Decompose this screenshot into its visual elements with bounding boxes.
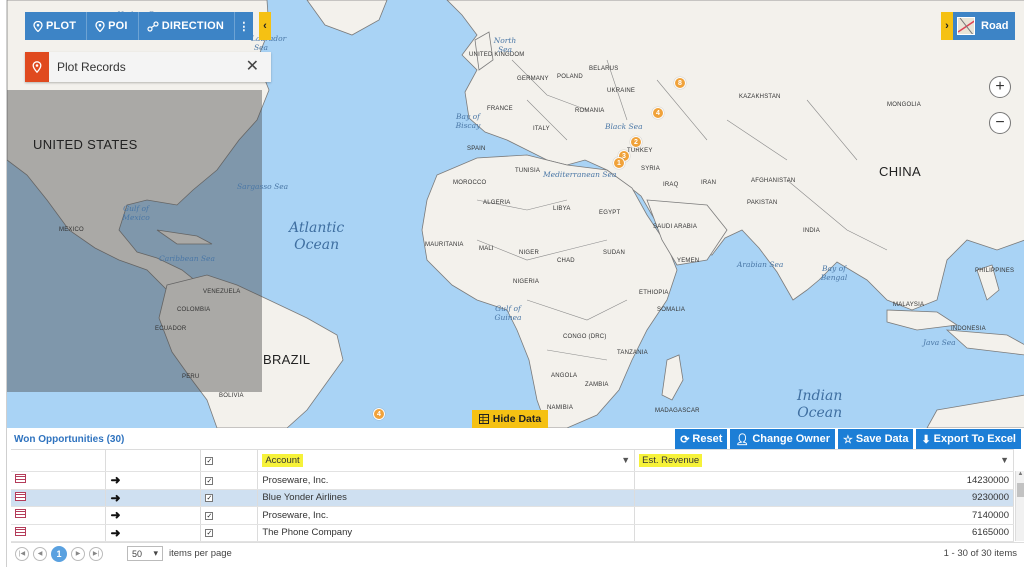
revenue-cell: 9230000 [634,489,1014,507]
pager: |◀ ◀ 1 ▶ ▶| 50 ▾ items per page 1 - 30 o… [11,542,1024,564]
map-pin[interactable]: 4 [373,408,385,420]
table-icon [478,414,489,424]
poi-button[interactable]: POI [87,12,139,40]
row-checkbox[interactable]: ✓ [205,494,214,503]
account-cell: Blue Yonder Airlines [257,489,636,507]
pager-info: 1 - 30 of 30 items [943,548,1017,559]
map-canvas[interactable]: CANADA UNITED STATES BRAZIL CHINA MEXICO… [6,0,1024,428]
refresh-icon: ⟳ [680,433,690,446]
user-icon: 👤︎ [735,433,750,446]
star-icon: ☆ [842,433,853,446]
header-select-all[interactable]: ✓ [200,449,259,472]
road-style-button[interactable]: Road [953,12,1015,40]
road-style-label: Road [981,20,1009,32]
map-pin[interactable]: 8 [674,77,686,89]
chevron-down-icon: ▾ [153,548,158,558]
arrow-right-icon[interactable]: ➜ [110,508,120,522]
direction-icon [147,20,159,32]
arrow-right-icon[interactable]: ➜ [110,473,120,487]
header-icon-col [11,449,107,472]
record-icon[interactable] [15,526,26,536]
road-map-icon [957,17,975,35]
revenue-cell: 14230000 [634,471,1014,490]
account-cell: The Phone Company [257,524,636,542]
last-page-icon[interactable]: ▶| [89,546,103,561]
data-panel: Won Opportunities (30) ⟳ Reset 👤︎ Change… [6,428,1024,567]
more-options-button[interactable]: ⋮ [235,12,253,40]
poi-button-label: POI [108,20,128,32]
hide-data-button[interactable]: Hide Data [472,410,548,428]
close-icon[interactable]: ✕ [246,59,259,75]
grid-scrollbar[interactable]: ▲ [1015,471,1024,541]
pin-icon [33,20,43,32]
map-pin[interactable]: 1 [613,157,625,169]
header-account[interactable]: Account ▼ [257,449,636,472]
account-cell: Proseware, Inc. [257,471,636,490]
prev-page-icon[interactable]: ◀ [33,546,47,561]
download-icon: ⬇ [921,433,931,446]
next-page-icon[interactable]: ▶ [71,546,85,561]
row-checkbox[interactable]: ✓ [205,529,214,538]
row-checkbox[interactable]: ✓ [205,511,214,520]
direction-button-label: DIRECTION [161,20,225,32]
filter-icon[interactable]: ▼ [1000,455,1009,465]
export-to-excel-button[interactable]: ⬇ Export To Excel [916,429,1021,449]
plot-button[interactable]: PLOT [25,12,88,40]
items-per-page-label: items per page [169,548,232,559]
page-size-select[interactable]: 50 ▾ [127,546,163,561]
record-icon[interactable] [15,474,26,484]
plot-records-panel: Plot Records ✕ [25,52,271,82]
map-pin[interactable]: 2 [630,136,642,148]
record-icon[interactable] [15,491,26,501]
export-label: Export To Excel [933,433,1016,445]
table-row[interactable]: ➜ ✓ Proseware, Inc. 14230000 [11,471,1014,490]
header-revenue[interactable]: Est. Revenue ▼ [634,449,1014,472]
page-size-value: 50 [132,548,143,559]
poi-pin-icon [95,20,105,32]
first-page-icon[interactable]: |◀ [15,546,29,561]
table-row[interactable]: ➜ ✓ Proseware, Inc. 7140000 [11,506,1014,525]
map-style-toggle[interactable]: › [941,12,953,40]
records-grid: ✓ Account ▼ Est. Revenue ▼ ➜ ✓ Proseware, … [11,449,1014,542]
app-frame: CANADA UNITED STATES BRAZIL CHINA MEXICO… [0,0,1024,567]
plot-records-pin-icon [25,52,49,82]
account-cell: Proseware, Inc. [257,506,636,525]
select-all-checkbox[interactable]: ✓ [205,457,214,465]
reset-button[interactable]: ⟳ Reset [675,429,728,449]
panel-title: Won Opportunities (30) [14,434,125,445]
row-checkbox[interactable]: ✓ [205,476,214,485]
reset-label: Reset [692,433,723,445]
zoom-out-button[interactable]: − [989,112,1011,134]
save-data-button[interactable]: ☆ Save Data [837,429,914,449]
change-owner-button[interactable]: 👤︎ Change Owner [730,429,835,449]
scroll-up-icon[interactable]: ▲ [1016,471,1024,477]
header-arrow-col [105,449,202,472]
record-icon[interactable] [15,509,26,519]
arrow-right-icon[interactable]: ➜ [110,491,120,505]
change-owner-label: Change Owner [752,433,830,445]
zoom-in-button[interactable]: + [989,76,1011,98]
scroll-thumb[interactable] [1017,483,1024,497]
plot-records-title: Plot Records [57,60,126,74]
revenue-cell: 6165000 [634,524,1014,542]
table-row[interactable]: ➜ ✓ Blue Yonder Airlines 9230000 [11,489,1014,507]
table-row[interactable]: ➜ ✓ The Phone Company 6165000 [11,524,1014,542]
current-page-button[interactable]: 1 [51,545,67,562]
account-header-label: Account [262,454,303,467]
hide-data-label: Hide Data [492,413,542,425]
collapse-toolbar-button[interactable]: ‹ [259,12,271,40]
selection-shade [7,90,262,392]
filter-icon[interactable]: ▼ [621,455,630,465]
save-data-label: Save Data [855,433,909,445]
revenue-header-label: Est. Revenue [639,454,703,467]
map-pin[interactable]: 4 [652,107,664,119]
arrow-right-icon[interactable]: ➜ [110,526,120,540]
action-bar: ⟳ Reset 👤︎ Change Owner ☆ Save Data ⬇ Ex… [675,429,1021,449]
grid-header-row: ✓ Account ▼ Est. Revenue ▼ [11,449,1014,472]
revenue-cell: 7140000 [634,506,1014,525]
direction-button[interactable]: DIRECTION [139,12,236,40]
map-toolbar: PLOT POI DIRECTION ⋮ [25,12,254,40]
plot-button-label: PLOT [46,20,77,32]
